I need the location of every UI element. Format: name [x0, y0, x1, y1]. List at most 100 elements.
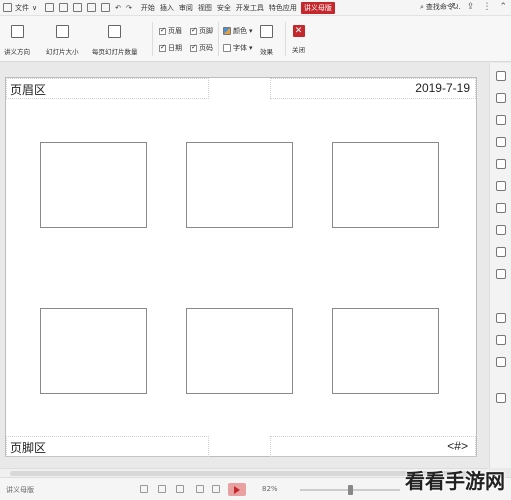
palette-icon	[223, 27, 231, 35]
date-checkbox-label: 日期	[168, 44, 182, 52]
orientation-icon	[10, 25, 24, 38]
slide-placeholder[interactable]	[332, 142, 439, 228]
save-icon[interactable]	[45, 3, 55, 12]
sync-icon[interactable]: ↻	[451, 2, 459, 12]
close-icon: ✕	[292, 25, 305, 37]
header-text: 页眉区	[10, 83, 47, 97]
slide-size-icon	[55, 25, 69, 38]
page-number-text: <#>	[447, 439, 468, 453]
zoom-level: 82%	[262, 485, 278, 493]
slide-sorter-icon[interactable]	[158, 485, 166, 493]
handout-page: 页眉区 2019-7-19 页脚区 <#>	[5, 77, 477, 457]
format-painter-icon[interactable]	[101, 3, 111, 12]
slide-placeholder[interactable]	[186, 142, 293, 228]
chevron-down-icon: ∨	[32, 3, 38, 12]
ribbon-tabs: 开始 插入 审阅 视图 安全 开发工具 特色应用 讲义母版	[140, 1, 335, 14]
ribbon-separator	[152, 22, 153, 56]
watermark-logo: 看看手游网	[405, 469, 505, 493]
right-sidebar	[489, 63, 511, 468]
slides-per-page-icon	[108, 25, 122, 38]
collapse-icon[interactable]: ⌃	[499, 2, 507, 12]
close-label: 关闭	[292, 46, 305, 54]
tab-insert[interactable]: 插入	[159, 2, 175, 14]
slide-placeholder[interactable]	[186, 308, 293, 394]
checkbox-icon	[190, 43, 197, 52]
normal-view-icon[interactable]	[140, 485, 148, 493]
footer-text: 页脚区	[10, 441, 47, 455]
shapes-icon[interactable]	[496, 115, 506, 125]
checkbox-icon	[190, 26, 197, 35]
quick-access-toolbar: ↶ ↷	[45, 3, 132, 12]
tab-handout-master[interactable]: 讲义母版	[300, 1, 335, 14]
close-master-button[interactable]: ✕ 关闭	[292, 25, 305, 54]
undo-icon[interactable]: ↶	[115, 4, 121, 12]
ribbon-separator	[218, 22, 219, 56]
more-icon[interactable]: ⋮	[482, 2, 491, 12]
slide-size-button[interactable]: 幻灯片大小	[46, 25, 79, 56]
slideshow-play-button[interactable]	[228, 483, 246, 496]
zoom-slider-knob[interactable]	[348, 485, 353, 495]
page-number-checkbox[interactable]: 页码	[190, 43, 213, 53]
page-number-checkbox-label: 页码	[199, 44, 213, 52]
date-checkbox[interactable]: 日期	[159, 43, 182, 53]
header-checkbox[interactable]: 页眉	[159, 26, 182, 36]
slides-per-page-button[interactable]: 每页幻灯片数量	[92, 25, 138, 56]
ribbon-toolbar: 讲义方向 幻灯片大小 每页幻灯片数量 页眉 页脚 日期 页码 颜色 ▾ 字体 ▾…	[0, 16, 511, 62]
help-icon[interactable]	[496, 357, 506, 367]
date-text: 2019-7-19	[415, 81, 470, 95]
pointer-icon[interactable]	[496, 71, 506, 81]
workspace: 页眉区 2019-7-19 页脚区 <#>	[0, 63, 488, 468]
scrollbar-thumb[interactable]	[10, 471, 470, 476]
fonts-dropdown[interactable]: 字体 ▾	[223, 43, 253, 53]
checkbox-icon	[159, 43, 166, 52]
slide-size-label: 幻灯片大小	[46, 48, 79, 56]
animation-icon[interactable]	[496, 181, 506, 191]
transition-icon[interactable]	[496, 203, 506, 213]
share-icon[interactable]: ⇪	[467, 2, 475, 12]
effects-label: 效果	[260, 48, 273, 56]
reading-view-icon[interactable]	[176, 485, 184, 493]
file-menu[interactable]: 文件 ∨	[0, 3, 37, 13]
header-checkbox-label: 页眉	[168, 27, 182, 35]
settings-icon[interactable]	[496, 159, 506, 169]
tab-features[interactable]: 特色应用	[268, 2, 298, 14]
tab-developer[interactable]: 开发工具	[235, 2, 265, 14]
footer-checkbox[interactable]: 页脚	[190, 26, 213, 36]
effects-button[interactable]: 效果	[260, 25, 273, 56]
notes-icon[interactable]	[196, 485, 204, 493]
print-icon[interactable]	[73, 3, 83, 12]
fonts-label: 字体	[233, 44, 247, 52]
tab-review[interactable]: 审阅	[178, 2, 194, 14]
tab-start[interactable]: 开始	[140, 2, 156, 14]
chevron-down-icon: ▾	[249, 44, 253, 52]
chevron-down-icon: ▾	[249, 27, 253, 35]
grid-icon[interactable]	[212, 485, 220, 493]
record-icon[interactable]	[496, 313, 506, 323]
tab-view[interactable]: 视图	[197, 2, 213, 14]
view-name: 讲义母版	[6, 486, 34, 494]
history-icon[interactable]	[496, 335, 506, 345]
layers-icon[interactable]	[496, 93, 506, 103]
window-controls: ↻ ⇪ ⋮ ⌃	[451, 2, 507, 12]
effects-icon	[260, 25, 273, 38]
fill-icon[interactable]	[496, 137, 506, 147]
more-icon[interactable]	[496, 393, 506, 403]
text-icon[interactable]	[496, 225, 506, 235]
slide-placeholder[interactable]	[332, 308, 439, 394]
slides-per-page-label: 每页幻灯片数量	[92, 48, 138, 56]
page-number-placeholder[interactable]	[270, 436, 476, 457]
slide-placeholder[interactable]	[40, 142, 147, 228]
print-preview-icon[interactable]	[87, 3, 97, 12]
redo-icon[interactable]: ↷	[126, 4, 132, 12]
tab-security[interactable]: 安全	[216, 2, 232, 14]
export-pdf-icon[interactable]	[59, 3, 69, 12]
handout-orientation-button[interactable]: 讲义方向	[4, 25, 30, 56]
menu-bar: 文件 ∨ ↶ ↷ 开始 插入 审阅 视图 安全 开发工具 特色应用 讲义母版 ⌕…	[0, 0, 511, 16]
table-icon[interactable]	[496, 269, 506, 279]
ribbon-separator	[285, 22, 286, 56]
slide-placeholder[interactable]	[40, 308, 147, 394]
image-icon[interactable]	[496, 247, 506, 257]
search-icon: ⌕	[420, 2, 424, 11]
colors-dropdown[interactable]: 颜色 ▾	[223, 26, 253, 36]
checkbox-icon	[159, 26, 166, 35]
